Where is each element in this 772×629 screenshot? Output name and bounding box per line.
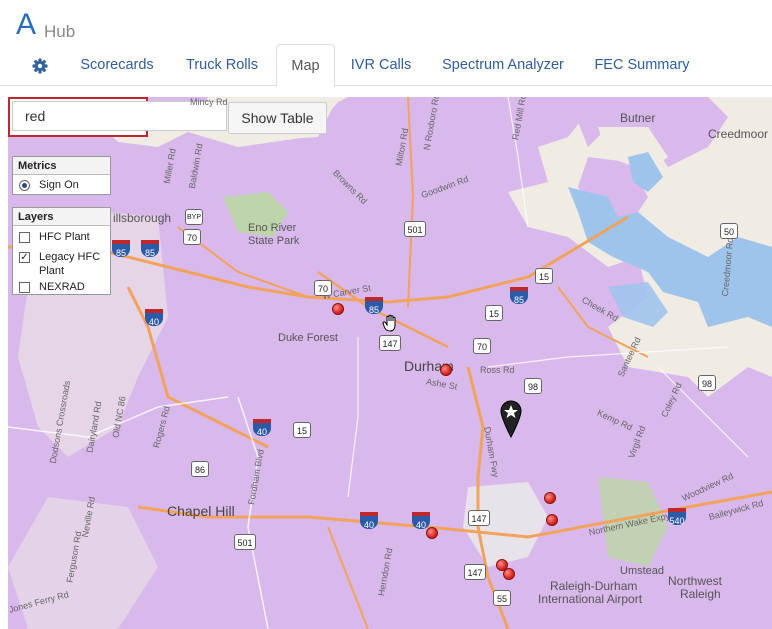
route-shield: 147 [468, 510, 490, 526]
tab-truck-rolls[interactable]: Truck Rolls [172, 44, 272, 86]
metrics-title: Metrics [13, 157, 110, 175]
route-shield: 501 [234, 534, 256, 550]
tab-ivr-calls[interactable]: IVR Calls [339, 44, 423, 86]
city-label-butner: Butner [620, 111, 656, 125]
outage-marker[interactable] [544, 492, 556, 504]
route-shield: 15 [485, 305, 503, 321]
city-label-rdu: Raleigh-Durham [550, 579, 638, 593]
metrics-panel: Metrics Sign On [12, 156, 111, 195]
tab-map[interactable]: Map [276, 44, 335, 87]
route-shield: 70 [314, 280, 332, 296]
city-label-umstead: Umstead [620, 565, 665, 577]
route-shield: 15 [535, 268, 553, 284]
interstate-shield: 40 [145, 309, 163, 327]
city-label-chapel-hill: Chapel Hill [167, 503, 235, 519]
checkbox[interactable] [19, 232, 30, 243]
gear-icon[interactable] [26, 56, 54, 76]
route-shield: 98 [524, 378, 542, 394]
layer-label: HFC Plant [39, 231, 90, 243]
route-shield: 147 [464, 564, 486, 580]
app-header: A Hub [0, 0, 772, 44]
city-label-nw-raleigh-2: Raleigh [680, 587, 721, 601]
route-shield: 70 [473, 338, 491, 354]
outage-marker[interactable] [426, 527, 438, 539]
checkbox-checked[interactable]: ✓ [19, 252, 30, 263]
route-shield: 147 [379, 335, 401, 351]
map-canvas[interactable]: Show Table Metrics Sign On Layers HFC Pl… [8, 97, 772, 629]
layer-label: NEXRAD [39, 281, 85, 293]
logo-text[interactable]: Hub [44, 22, 75, 42]
route-shield: BYP [185, 209, 203, 225]
route-shield: 86 [191, 461, 209, 477]
route-shield: 55 [493, 590, 511, 606]
route-shield: 15 [293, 422, 311, 438]
road-label: Ross Rd [480, 365, 515, 375]
interstate-shield: 85 [141, 240, 159, 258]
metric-label: Sign On [39, 179, 79, 191]
layer-option-nexrad[interactable]: NEXRAD [13, 280, 110, 294]
metric-option-sign-on[interactable]: Sign On [13, 178, 110, 192]
interstate-shield: 40 [360, 512, 378, 530]
city-label-hillsborough: illsborough [113, 211, 172, 225]
city-label-rdu-2: International Airport [538, 592, 643, 606]
layer-label-line2: Plant [39, 265, 65, 277]
outage-marker[interactable] [503, 568, 515, 580]
city-label-nw-raleigh: Northwest [668, 574, 723, 588]
park-label-eno-2: State Park [248, 235, 300, 247]
city-label-creedmoor: Creedmoor [708, 127, 769, 141]
park-label-duke: Duke Forest [278, 332, 338, 344]
outage-marker[interactable] [546, 514, 558, 526]
tab-fec-summary[interactable]: FEC Summary [583, 44, 701, 86]
checkbox[interactable] [19, 282, 30, 293]
interstate-shield: 85 [510, 287, 528, 305]
app-root: A Hub Scorecards Truck Rolls Map IVR Cal… [0, 0, 772, 629]
hand-cursor-icon [382, 313, 400, 333]
nav-tabs: Scorecards Truck Rolls Map IVR Calls Spe… [0, 44, 772, 87]
layers-panel: Layers HFC Plant ✓ Legacy HFC Plant NEXR… [12, 207, 111, 295]
layers-title: Layers [13, 208, 110, 226]
route-shield: 501 [404, 221, 426, 237]
layer-label-line1: Legacy HFC [39, 251, 101, 263]
interstate-shield: 40 [253, 419, 271, 437]
outage-marker[interactable] [440, 364, 452, 376]
show-table-button[interactable]: Show Table [228, 102, 327, 134]
interstate-shield: 85 [112, 240, 130, 258]
tab-spectrum-analyzer[interactable]: Spectrum Analyzer [430, 44, 576, 86]
outage-marker[interactable] [332, 303, 344, 315]
logo-letter[interactable]: A [16, 8, 36, 42]
route-shield: 98 [698, 375, 716, 391]
layer-option-legacy-hfc-plant[interactable]: ✓ Legacy HFC Plant [13, 250, 110, 278]
radio-button[interactable] [19, 180, 30, 191]
route-shield: 50 [720, 223, 738, 239]
park-label-eno: Eno River [248, 222, 297, 234]
tab-scorecards[interactable]: Scorecards [66, 44, 168, 86]
interstate-shield: 540 [668, 508, 686, 526]
layer-option-hfc-plant[interactable]: HFC Plant [13, 230, 110, 244]
map-pin-icon[interactable] [500, 400, 522, 439]
interstate-shield: 85 [365, 297, 383, 315]
road-label: Mincy Rd [190, 97, 228, 107]
interstate-shield: 40 [412, 512, 430, 530]
route-shield: 70 [183, 229, 201, 245]
